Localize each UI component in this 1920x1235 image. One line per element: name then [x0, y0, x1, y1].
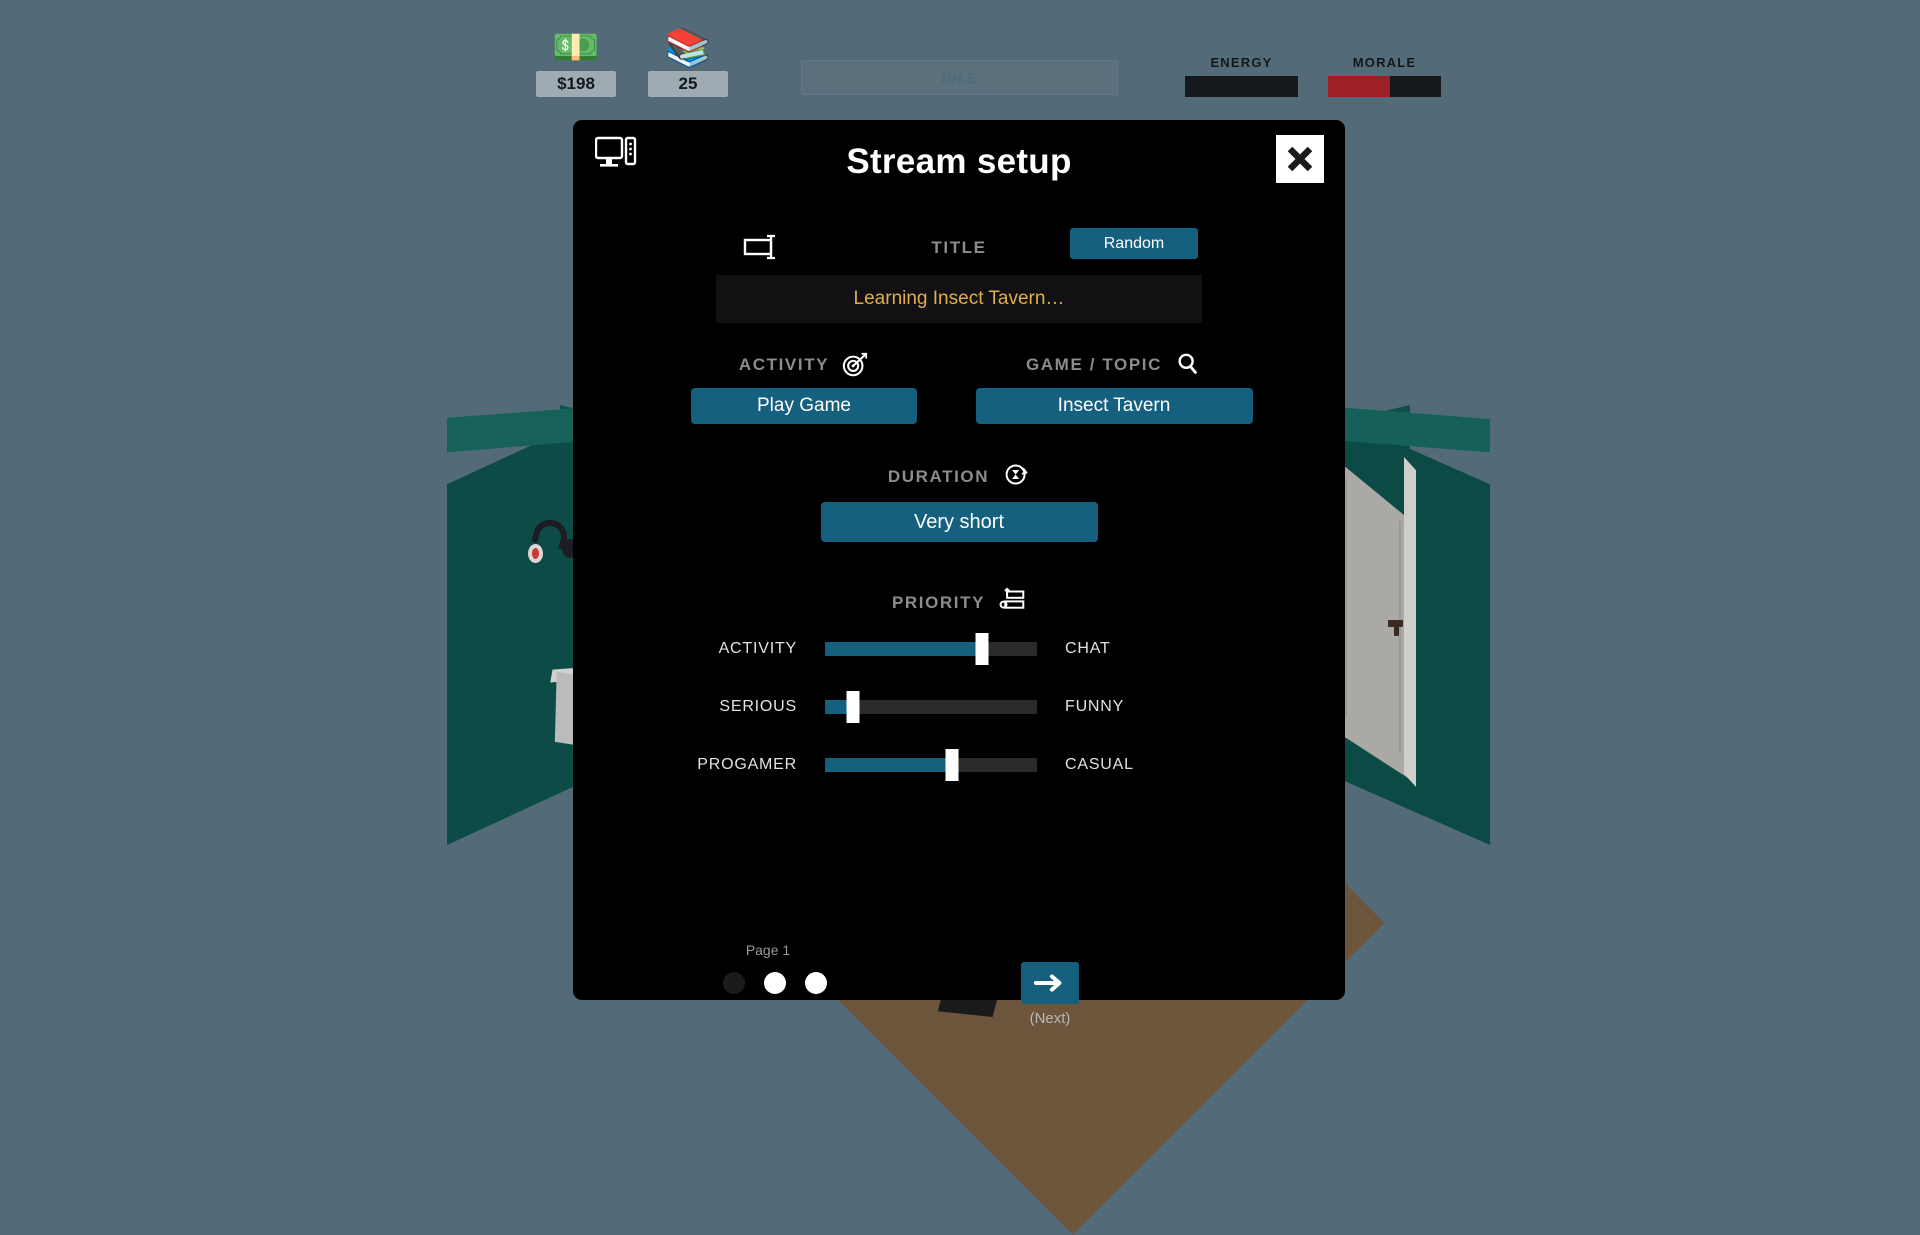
- slider-activity-chat-right-label: CHAT: [1037, 640, 1253, 658]
- activity-select-button[interactable]: Play Game: [691, 388, 917, 424]
- page-dot-1[interactable]: [723, 972, 745, 994]
- money-icon: 💵: [552, 28, 599, 68]
- room-door-handle-stem: [1394, 620, 1399, 636]
- stream-title-value: Learning Insect Tavern…: [854, 288, 1065, 310]
- energy-meter-track: [1185, 76, 1298, 97]
- page-dot-3[interactable]: [805, 972, 827, 994]
- morale-meter-label: MORALE: [1353, 55, 1417, 70]
- slider-activity-chat-fill: [825, 642, 982, 656]
- title-section-header: TITLE Random: [573, 228, 1345, 268]
- slider-serious-funny-left-label: SERIOUS: [609, 698, 825, 716]
- slider-serious-funny-track[interactable]: [825, 700, 1037, 714]
- resource-money: 💵 $198: [536, 28, 616, 97]
- random-title-button[interactable]: Random: [1070, 228, 1198, 259]
- title-section-label: TITLE: [573, 238, 1345, 258]
- sliders-icon: [999, 587, 1026, 619]
- stream-setup-dialog: Stream setup TITLE Random Learning Insec…: [573, 120, 1345, 1000]
- energy-meter: ENERGY: [1185, 55, 1298, 97]
- slider-activity-chat: ACTIVITY CHAT: [609, 620, 1309, 678]
- priority-section: PRIORITY ACTIVITY CHAT SERIOUS: [573, 586, 1345, 794]
- energy-meter-label: ENERGY: [1210, 55, 1272, 70]
- slider-progamer-casual-left-label: PROGAMER: [609, 756, 825, 774]
- activity-section-label: ACTIVITY: [739, 355, 829, 375]
- target-icon: [841, 351, 869, 379]
- game-topic-section-label: GAME / TOPIC: [1026, 355, 1162, 375]
- close-icon: [1285, 144, 1315, 174]
- slider-progamer-casual-thumb[interactable]: [946, 749, 959, 781]
- duration-section-label: DURATION: [888, 467, 989, 487]
- arrow-right-icon: [1034, 972, 1066, 994]
- money-value: $198: [536, 71, 616, 97]
- next-button[interactable]: [1021, 962, 1079, 1004]
- morale-meter: MORALE: [1328, 55, 1441, 97]
- resource-knowledge: 📚 25: [648, 28, 728, 97]
- hud-top-bar: 💵 $198 📚 25 IDLE ENERGY MORALE: [0, 0, 1920, 120]
- page-dot-2[interactable]: [764, 972, 786, 994]
- slider-progamer-casual-fill: [825, 758, 952, 772]
- duration-section: DURATION Very short: [573, 460, 1345, 542]
- slider-progamer-casual-track[interactable]: [825, 758, 1037, 772]
- stream-status-text: IDLE: [942, 70, 978, 86]
- priority-section-label: PRIORITY: [892, 593, 985, 613]
- hourglass-refresh-icon: [1003, 461, 1030, 493]
- next-page-control: (Next): [955, 962, 1145, 1027]
- next-button-label: (Next): [955, 1010, 1145, 1027]
- books-icon: 📚: [664, 28, 711, 68]
- slider-progamer-casual-right-label: CASUAL: [1037, 756, 1253, 774]
- morale-meter-fill: [1328, 76, 1390, 97]
- headphones-wall-decor: [528, 520, 572, 568]
- room-door-frame: [1404, 457, 1416, 787]
- room-door-panel: [1345, 478, 1401, 754]
- stream-title-input[interactable]: Learning Insect Tavern…: [716, 275, 1202, 323]
- game-topic-select-button[interactable]: Insect Tavern: [976, 388, 1253, 424]
- page-indicator-label: Page 1: [573, 942, 963, 958]
- slider-progamer-casual: PROGAMER CASUAL: [609, 736, 1309, 794]
- page-dots: [723, 972, 827, 994]
- slider-activity-chat-thumb[interactable]: [975, 633, 988, 665]
- slider-serious-funny-right-label: FUNNY: [1037, 698, 1253, 716]
- knowledge-value: 25: [648, 71, 728, 97]
- slider-serious-funny-thumb[interactable]: [846, 691, 859, 723]
- duration-select-button[interactable]: Very short: [821, 502, 1098, 542]
- dialog-title: Stream setup: [573, 142, 1345, 182]
- slider-serious-funny: SERIOUS FUNNY: [609, 678, 1309, 736]
- morale-meter-track: [1328, 76, 1441, 97]
- stream-status-box: IDLE: [801, 60, 1118, 95]
- slider-activity-chat-track[interactable]: [825, 642, 1037, 656]
- activity-column: ACTIVITY Play Game: [638, 348, 970, 424]
- magnifier-icon: [1174, 351, 1202, 379]
- slider-activity-chat-left-label: ACTIVITY: [609, 640, 825, 658]
- game-topic-column: GAME / TOPIC Insect Tavern: [948, 348, 1280, 424]
- close-button[interactable]: [1276, 135, 1324, 183]
